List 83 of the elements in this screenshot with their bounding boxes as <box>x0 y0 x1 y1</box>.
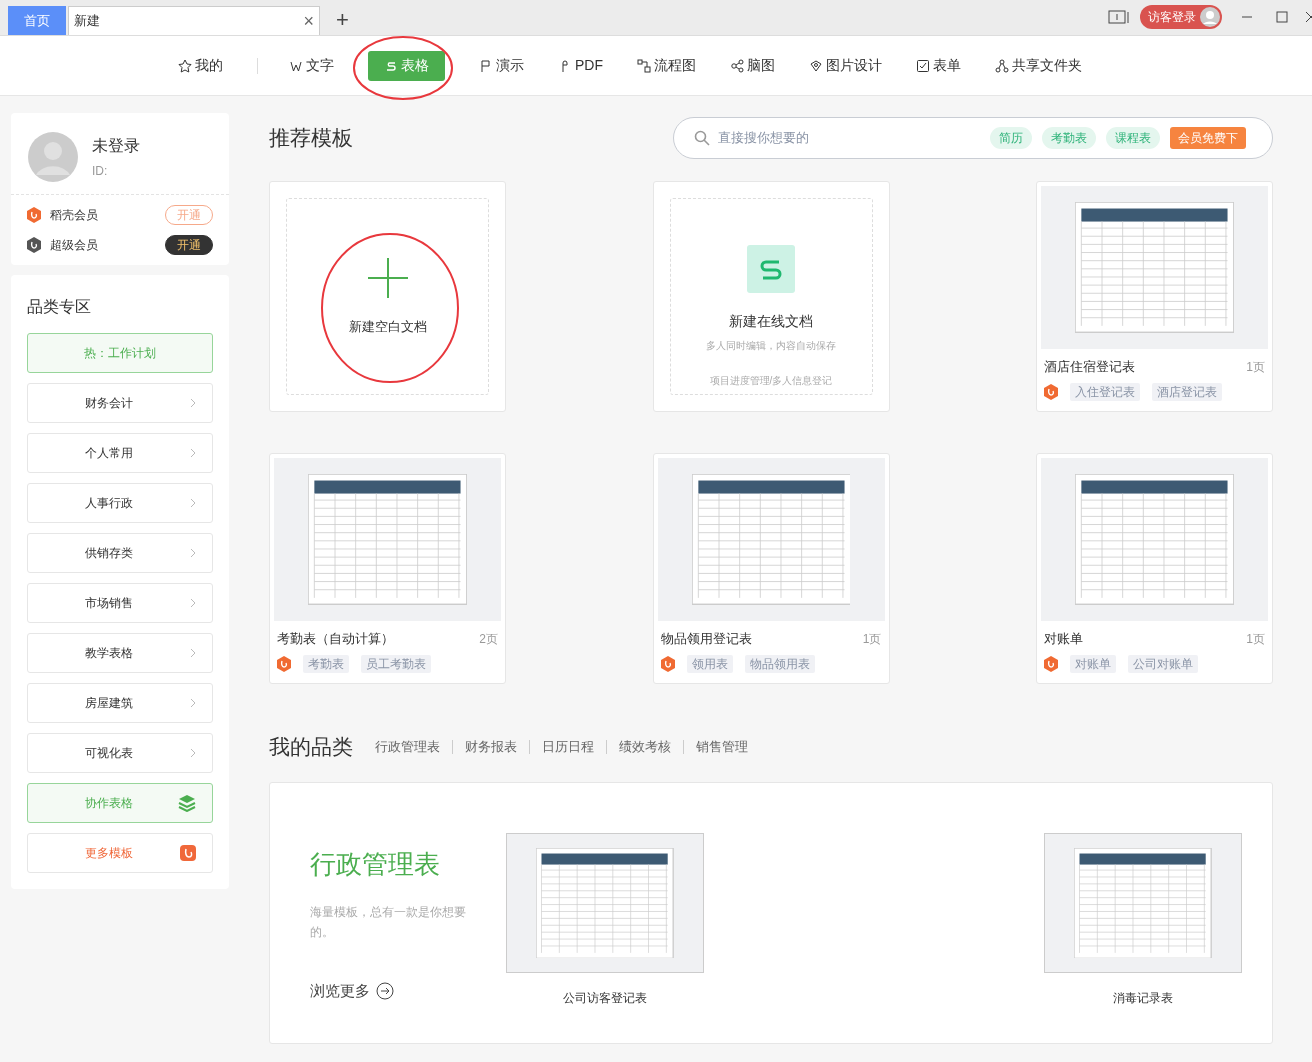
template-card[interactable]: 新建在线文档 多人同时编辑，内容自动保存 项目进度管理/多人信息登记 <box>652 181 890 412</box>
template-caption[interactable]: 消毒记录表 <box>1113 989 1173 1007</box>
mindmap-icon <box>730 58 744 73</box>
panel-description: 海量模板，总有一款是你想要的。 <box>310 904 467 941</box>
tab[interactable]: 新建 × <box>68 6 320 35</box>
avatar-icon <box>1200 7 1220 27</box>
plus-icon <box>366 256 409 299</box>
membership-name: 超级会员 <box>50 237 98 254</box>
nav-tab[interactable]: 演示 <box>479 55 524 76</box>
star-icon <box>178 58 192 73</box>
browse-more-link[interactable]: 浏览更多 <box>310 980 470 1003</box>
section-title: 品类专区 <box>27 297 92 317</box>
card-title: 对账单 <box>1044 630 1083 648</box>
arrow-circle-icon <box>376 982 394 1001</box>
nav-tab[interactable]: 流程图 <box>637 55 696 76</box>
membership-name: 稻壳会员 <box>50 207 98 224</box>
category-item[interactable]: 人事行政 <box>27 483 213 523</box>
user-id: ID: <box>92 163 109 180</box>
category-item[interactable]: 个人常用 <box>27 433 213 473</box>
s-logo-icon <box>747 245 795 293</box>
nav-tab[interactable]: PDF <box>558 55 603 76</box>
category-item[interactable]: 财务会计 <box>27 383 213 423</box>
chevron-right-icon <box>190 748 196 758</box>
category-tab[interactable]: 销售管理 <box>696 737 748 757</box>
card-subtitle: 多人同时编辑，内容自动保存 <box>706 339 836 353</box>
nav-tab[interactable]: 共享文件夹 <box>995 55 1082 76</box>
chevron-right-icon <box>190 448 196 458</box>
category-item[interactable]: 可视化表 <box>27 733 213 773</box>
template-caption[interactable]: 公司访客登记表 <box>563 989 647 1007</box>
user-name: 未登录 <box>92 136 140 156</box>
category-item[interactable]: 市场销售 <box>27 583 213 623</box>
card-title: 新建空白文档 <box>348 317 427 336</box>
flowchart-icon <box>637 58 651 73</box>
p-letter-icon <box>479 58 493 73</box>
window-icon[interactable] <box>1108 9 1130 25</box>
close-icon[interactable]: × <box>303 12 314 30</box>
template-card[interactable]: 新建空白文档 <box>269 181 506 412</box>
shield-icon <box>1044 655 1058 672</box>
category-tab[interactable]: 财务报表 <box>465 737 517 757</box>
page-count: 1页 <box>862 630 882 648</box>
chevron-right-icon <box>190 598 196 608</box>
avatar-icon <box>28 132 78 182</box>
checkbox-icon <box>916 58 930 73</box>
chevron-right-icon <box>190 698 196 708</box>
chevron-right-icon <box>190 398 196 408</box>
nav-tab[interactable]: 文字 <box>289 55 334 76</box>
chevron-right-icon <box>190 498 196 508</box>
shield-icon <box>1044 383 1058 400</box>
new-tab-button[interactable]: + <box>336 9 349 31</box>
card-hint: 项目进度管理/多人信息登记 <box>709 374 833 388</box>
nav-tab[interactable]: 表单 <box>916 55 961 76</box>
nav-tab[interactable]: 图片设计 <box>809 55 882 76</box>
activate-button[interactable]: 开通 <box>165 235 213 255</box>
chevron-right-icon <box>190 648 196 658</box>
section-title: 推荐模板 <box>269 125 353 152</box>
nav-tab[interactable]: 我的 <box>178 55 223 76</box>
page-count: 2页 <box>479 630 498 648</box>
category-tab[interactable]: 日历日程 <box>542 737 594 757</box>
card-title: 考勤表（自动计算） <box>277 630 394 648</box>
category-item[interactable]: 教学表格 <box>27 633 213 673</box>
shield-icon <box>27 207 41 223</box>
category-item[interactable]: 房屋建筑 <box>27 683 213 723</box>
page-count: 1页 <box>1246 630 1265 648</box>
category-item[interactable]: 供销存类 <box>27 533 213 573</box>
shield-icon <box>277 655 291 672</box>
layers-icon <box>178 794 196 812</box>
nav-tab[interactable]: 脑图 <box>730 55 775 76</box>
card-title: 酒店住宿登记表 <box>1044 358 1135 376</box>
shield-icon <box>660 655 675 672</box>
section-title: 我的品类 <box>269 734 353 761</box>
tab-label: 新建 <box>74 12 100 31</box>
category-tab[interactable]: 行政管理表 <box>375 737 440 757</box>
page-count: 1页 <box>1246 358 1265 376</box>
login-button[interactable]: 访客登录 <box>1140 5 1222 29</box>
panel-heading: 行政管理表 <box>310 848 441 881</box>
flame-badge-icon <box>180 845 196 861</box>
card-title: 物品领用登记表 <box>660 630 752 648</box>
chevron-right-icon <box>190 548 196 558</box>
card-title: 新建在线文档 <box>729 312 813 331</box>
category-tab[interactable]: 绩效考核 <box>619 737 671 757</box>
search-icon <box>694 130 710 146</box>
people-icon <box>995 58 1009 73</box>
tab-label: 首页 <box>24 11 50 30</box>
